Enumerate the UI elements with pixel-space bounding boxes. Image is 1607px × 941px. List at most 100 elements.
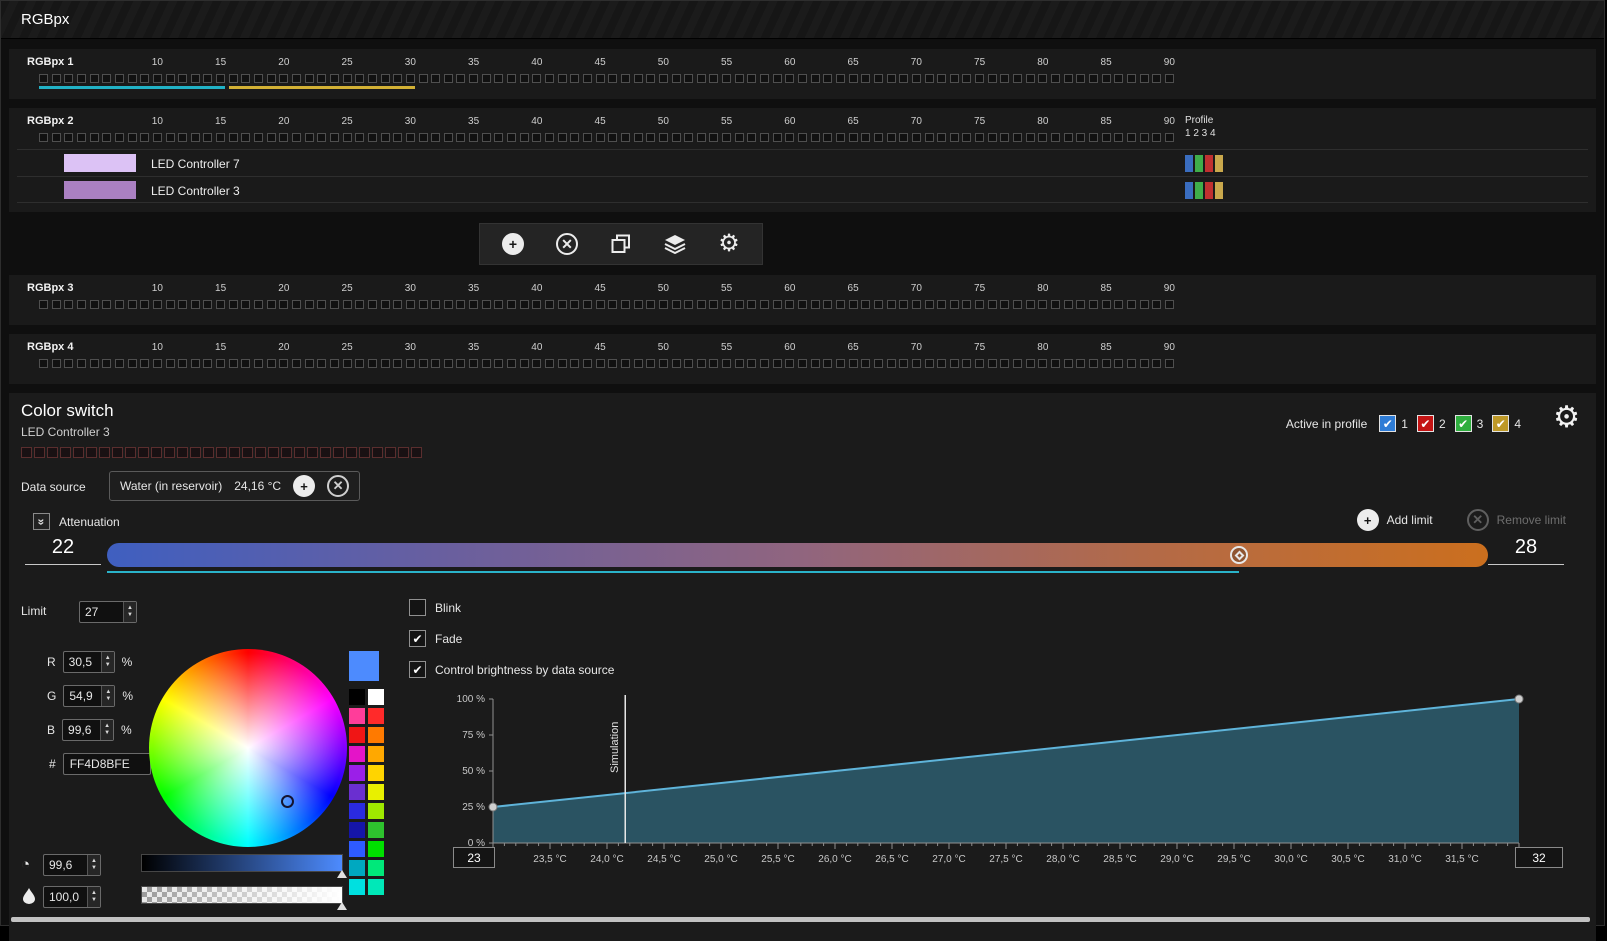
- spin-up-icon[interactable]: ▲: [127, 605, 133, 612]
- controller-row[interactable]: LED Controller 7: [17, 149, 1588, 176]
- controller-row[interactable]: LED Controller 3: [17, 176, 1588, 203]
- spin-down-icon[interactable]: ▼: [105, 662, 111, 669]
- spin-down-icon[interactable]: ▼: [104, 730, 110, 737]
- spinner-arrows[interactable]: ▲ ▼: [87, 887, 100, 907]
- spin-up-icon[interactable]: ▲: [91, 890, 97, 897]
- fade-option[interactable]: ✔ Fade: [409, 630, 614, 647]
- led-cell: [342, 133, 352, 142]
- slider-marker-icon[interactable]: [337, 870, 347, 878]
- palette-swatch[interactable]: [368, 689, 384, 705]
- brightness-curve-chart[interactable]: 23 32 0 % 25 % 50 % 75 % 100 % 23,5 °C 24,0 °C…: [429, 689, 1579, 901]
- palette-swatch[interactable]: [349, 746, 365, 762]
- blue-spinner[interactable]: 99,6 ▲ ▼: [62, 719, 115, 741]
- gear-icon[interactable]: ⚙: [1553, 403, 1580, 433]
- control-brightness-by-data-source-option[interactable]: ✔ Control brightness by data source: [409, 661, 614, 678]
- color-wheel[interactable]: [149, 649, 347, 847]
- checkbox[interactable]: ✔: [409, 661, 426, 678]
- palette-swatch[interactable]: [368, 803, 384, 819]
- curve-point[interactable]: [488, 802, 498, 812]
- brightness-spinner[interactable]: 99,6 ▲ ▼: [43, 854, 101, 876]
- spin-up-icon[interactable]: ▲: [104, 723, 110, 730]
- opacity-spinner[interactable]: 100,0 ▲ ▼: [43, 886, 101, 908]
- profile-3-checkbox[interactable]: ✔: [1454, 415, 1472, 432]
- curve-svg[interactable]: 0 %25 %50 %75 %100 %23,5 °C 24,0 °C 24,5 °…: [429, 689, 1579, 901]
- led-cell: [1076, 359, 1086, 368]
- color-wheel-selector[interactable]: [281, 795, 294, 808]
- palette-swatch[interactable]: [368, 860, 384, 876]
- led-cell: [987, 359, 997, 368]
- hex-color-field[interactable]: FF4D8BFE: [62, 753, 151, 775]
- palette-swatch[interactable]: [368, 784, 384, 800]
- led-cell: [835, 133, 845, 142]
- limit-spinner[interactable]: 27 ▲ ▼: [79, 601, 137, 623]
- remove-data-source-button[interactable]: ✕: [327, 475, 350, 497]
- palette-swatch[interactable]: [368, 727, 384, 743]
- spin-up-icon[interactable]: ▲: [105, 655, 111, 662]
- checkbox[interactable]: ✔: [409, 630, 426, 647]
- limit-value: 27: [85, 605, 99, 619]
- spin-down-icon[interactable]: ▼: [105, 696, 111, 703]
- horizontal-scrollbar[interactable]: [11, 917, 1590, 922]
- led-cell: [254, 74, 264, 83]
- layers-button[interactable]: [662, 231, 688, 257]
- remove-limit-button[interactable]: ✕ Remove limit: [1466, 509, 1566, 531]
- led-cell: [266, 359, 276, 368]
- palette-swatch[interactable]: [368, 708, 384, 724]
- palette-swatch[interactable]: [368, 765, 384, 781]
- palette-swatch[interactable]: [349, 765, 365, 781]
- spin-up-icon[interactable]: ▲: [91, 858, 97, 865]
- curve-min-input[interactable]: 23: [453, 847, 495, 868]
- add-button[interactable]: +: [500, 231, 526, 257]
- profile-number: 4: [1514, 416, 1521, 431]
- curve-max-input[interactable]: 32: [1515, 847, 1563, 868]
- attenuation-expand-button[interactable]: »: [33, 513, 50, 530]
- led-cell: [494, 300, 504, 309]
- spin-up-icon[interactable]: ▲: [105, 689, 111, 696]
- profile-2-checkbox[interactable]: ✔: [1416, 415, 1434, 432]
- profile-4-checkbox[interactable]: ✔: [1492, 415, 1510, 432]
- green-spinner[interactable]: 54,9 ▲ ▼: [63, 685, 116, 707]
- range-min-value[interactable]: 22: [25, 536, 101, 565]
- palette-swatch[interactable]: [349, 822, 365, 838]
- delete-button[interactable]: ✕: [554, 231, 580, 257]
- settings-button[interactable]: ⚙: [716, 231, 742, 257]
- palette-swatch[interactable]: [349, 727, 365, 743]
- palette-swatch[interactable]: [349, 841, 365, 857]
- palette-swatch[interactable]: [349, 784, 365, 800]
- opacity-slider[interactable]: [141, 886, 347, 910]
- add-data-source-button[interactable]: +: [293, 475, 316, 497]
- palette-swatch[interactable]: [368, 841, 384, 857]
- palette-swatch[interactable]: [349, 689, 365, 705]
- profile-1-checkbox[interactable]: ✔: [1379, 415, 1397, 432]
- spinner-arrows[interactable]: ▲ ▼: [101, 686, 115, 706]
- data-source-box[interactable]: Water (in reservoir) 24,16 °C + ✕: [109, 471, 361, 501]
- checkbox[interactable]: [409, 599, 426, 616]
- add-limit-button[interactable]: + Add limit: [1356, 509, 1433, 531]
- curve-point[interactable]: [1514, 694, 1524, 704]
- palette-swatch[interactable]: [368, 879, 384, 895]
- palette-swatch[interactable]: [368, 746, 384, 762]
- brightness-slider[interactable]: [141, 854, 347, 878]
- slider-marker-icon[interactable]: [337, 902, 347, 910]
- spin-down-icon[interactable]: ▼: [91, 865, 97, 872]
- spin-down-icon[interactable]: ▼: [91, 897, 97, 904]
- blink-option[interactable]: Blink: [409, 599, 614, 616]
- range-max-value[interactable]: 28: [1488, 536, 1564, 565]
- spinner-arrows[interactable]: ▲ ▼: [87, 855, 100, 875]
- red-spinner[interactable]: 30,5 ▲ ▼: [62, 651, 115, 673]
- palette-swatch[interactable]: [349, 708, 365, 724]
- led-cell: [1152, 74, 1162, 83]
- palette-swatch[interactable]: [349, 879, 365, 895]
- spin-down-icon[interactable]: ▼: [127, 612, 133, 619]
- range-handle[interactable]: [1230, 546, 1249, 564]
- palette-swatch[interactable]: [368, 822, 384, 838]
- spinner-arrows[interactable]: ▲ ▼: [123, 602, 136, 622]
- copy-button[interactable]: [608, 231, 634, 257]
- led-cell: [785, 74, 795, 83]
- titlebar: RGBpx: [1, 1, 1604, 39]
- temperature-gradient-slider[interactable]: [107, 543, 1488, 567]
- spinner-arrows[interactable]: ▲ ▼: [100, 720, 114, 740]
- palette-swatch[interactable]: [349, 803, 365, 819]
- palette-swatch[interactable]: [349, 860, 365, 876]
- spinner-arrows[interactable]: ▲ ▼: [100, 652, 114, 672]
